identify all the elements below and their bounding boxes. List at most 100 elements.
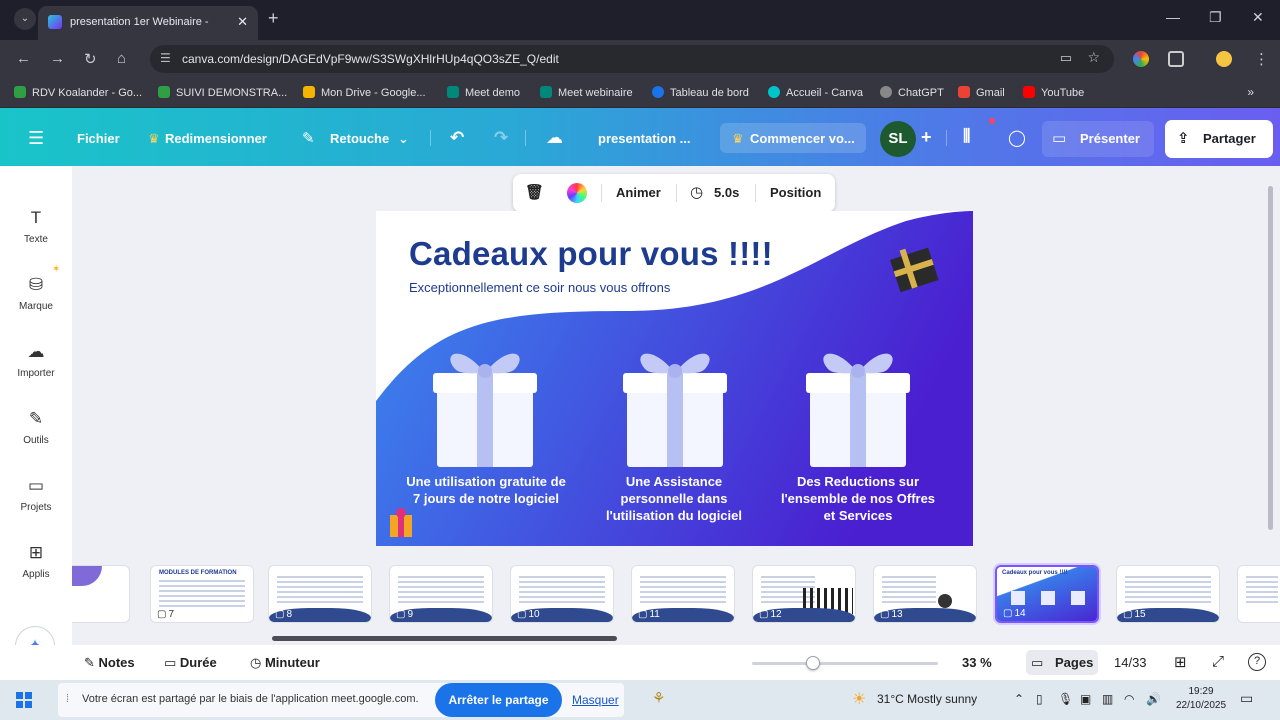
wifi-icon[interactable]: ◠ [1124, 692, 1134, 706]
timer-button[interactable]: ◷ Minuteur [250, 655, 320, 671]
chevron-down-icon[interactable]: ⌄ [398, 131, 409, 147]
position-button[interactable]: Position [770, 185, 821, 200]
menu-icon[interactable]: ☰ [28, 128, 44, 149]
bookmark-item[interactable]: YouTube [1023, 86, 1084, 99]
grid-view-icon[interactable]: ⊞ [1174, 653, 1187, 671]
page-thumbnail[interactable] [1237, 565, 1280, 623]
bookmark-item[interactable]: Mon Drive - Google... [303, 86, 426, 99]
bookmark-item[interactable]: ChatGPT [880, 86, 944, 99]
redo-icon[interactable]: ↷ [494, 128, 508, 148]
drag-handle-icon[interactable]: ⁞ [66, 693, 69, 705]
help-button[interactable]: ? [1248, 653, 1266, 671]
zoom-slider[interactable] [752, 656, 938, 670]
bookmark-item[interactable]: Gmail [958, 86, 1005, 99]
chrome-extension-icon[interactable] [1133, 51, 1149, 67]
gift-caption[interactable]: Une Assistance personnelle dans l'utilis… [594, 473, 754, 524]
sidebar-item-brand[interactable]: ⛁ Marque [0, 275, 72, 312]
page-thumbnail[interactable]: MODULES DE FORMATION ▢ 7 [150, 565, 254, 623]
bookmark-item[interactable]: Meet demo [447, 86, 520, 99]
page-thumbnail[interactable]: ▢ 12 [752, 565, 856, 623]
bookmark-item[interactable]: Tableau de bord [652, 86, 749, 99]
minimize-button[interactable]: — [1166, 9, 1180, 25]
resize-button[interactable]: Redimensionner [165, 131, 267, 146]
undo-icon[interactable]: ↶ [450, 128, 464, 148]
share-button[interactable]: ⇪ Partager [1165, 120, 1273, 158]
notifications-icon[interactable]: ▭ [1240, 690, 1253, 707]
fullscreen-icon[interactable]: ⤢ [1212, 653, 1224, 670]
zoom-slider-handle[interactable] [806, 656, 821, 670]
sidebar-item-text[interactable]: T Texte [0, 208, 72, 245]
new-tab-button[interactable]: + [268, 8, 279, 29]
analytics-icon[interactable]: ⫼ [963, 128, 970, 146]
tab-search-button[interactable]: ⌄ [14, 8, 36, 30]
slide-subtitle[interactable]: Exceptionnellement ce soir nous vous off… [409, 280, 670, 295]
bookmark-star-icon[interactable]: ☆ [1087, 49, 1100, 66]
camera-icon[interactable]: ▣ [1080, 692, 1091, 706]
sidebar-item-apps[interactable]: ⊞ Applis [0, 543, 72, 580]
home-icon[interactable]: ⌂ [117, 50, 126, 67]
animate-button[interactable]: Animer [616, 185, 661, 200]
bookmark-item[interactable]: RDV Koalander - Go... [14, 86, 142, 99]
notes-button[interactable]: ✎ Notes [84, 655, 135, 671]
avatar[interactable]: SL [880, 121, 916, 157]
gift-box-icon[interactable] [621, 343, 729, 471]
slide-canvas[interactable]: Cadeaux pour vous !!!! Exceptionnellemen… [376, 211, 973, 546]
gift-box-icon[interactable] [804, 343, 912, 471]
app-taskbar-icon[interactable]: ⚘ [652, 689, 665, 707]
url-bar[interactable]: ☰ canva.com/design/DAGEdVpF9ww/S3SWgXHlr… [150, 45, 1114, 73]
tab-close-icon[interactable]: ✕ [237, 14, 248, 30]
volume-icon[interactable]: 🔊 [1146, 692, 1161, 706]
edit-menu[interactable]: Retouche [330, 131, 389, 146]
page-thumbnail-active[interactable]: Cadeaux pour vous !!!! ▢ 14 [995, 565, 1099, 623]
trash-icon[interactable]: 🗑 [525, 183, 544, 201]
gift-box-icon[interactable] [431, 343, 539, 471]
duration-button[interactable]: ▭ Durée [164, 655, 217, 671]
cloud-save-icon[interactable]: ☁ [546, 128, 563, 148]
vertical-scrollbar[interactable] [1268, 186, 1273, 530]
zoom-level[interactable]: 33 % [962, 655, 992, 670]
weather-text[interactable]: 31°C Mostly sunny [877, 692, 977, 706]
slide-title[interactable]: Cadeaux pour vous !!!! [409, 235, 773, 273]
page-thumbnail[interactable]: ▢ 10 [510, 565, 614, 623]
microphone-icon[interactable]: 🎙 [1058, 692, 1073, 706]
page-thumbnail[interactable] [72, 565, 130, 623]
reload-icon[interactable]: ↻ [84, 50, 97, 68]
design-title[interactable]: presentation ... [598, 131, 690, 146]
stop-sharing-button[interactable]: Arrêter le partage [435, 683, 562, 717]
bookmark-item[interactable]: SUIVI DEMONSTRA... [158, 86, 287, 99]
cast-icon[interactable]: ▭ [1060, 50, 1072, 66]
sidebar-item-upload[interactable]: ☁ Importer [0, 342, 72, 379]
start-button[interactable]: Commencer vo... [750, 131, 855, 146]
hide-link[interactable]: Masquer [572, 693, 619, 707]
close-window-button[interactable]: ✕ [1252, 9, 1264, 26]
extensions-icon[interactable] [1168, 51, 1184, 67]
sidebar-item-tools[interactable]: ✎ Outils [0, 409, 72, 446]
windows-start-icon[interactable] [16, 692, 32, 708]
add-collaborator-icon[interactable]: + [921, 127, 932, 148]
page-thumbnail[interactable]: ▢ 8 [268, 565, 372, 623]
page-thumbnail[interactable]: ▢ 9 [389, 565, 493, 623]
chrome-menu-icon[interactable]: ⋮ [1254, 50, 1269, 68]
gift-caption[interactable]: Une utilisation gratuite de 7 jours de n… [406, 473, 566, 507]
gift-caption[interactable]: Des Reductions sur l'ensemble de nos Off… [778, 473, 938, 524]
system-clock[interactable]: 19:29 22/10/2025 [1172, 685, 1230, 713]
site-info-icon[interactable]: ☰ [160, 51, 171, 65]
page-thumbnail[interactable]: ▢ 13 [873, 565, 977, 623]
sidebar-item-projects[interactable]: ▭ Projets [0, 476, 72, 513]
tray-chevron-icon[interactable]: ⌃ [1014, 692, 1024, 706]
restore-button[interactable]: ❐ [1209, 9, 1222, 26]
bookmark-item[interactable]: Meet webinaire [540, 86, 633, 99]
tray-app-icon[interactable]: ▯ [1036, 692, 1043, 706]
color-picker-icon[interactable] [567, 183, 587, 203]
page-thumbnail[interactable]: ▢ 11 [631, 565, 735, 623]
page-thumbnail[interactable]: ▢ 15 [1116, 565, 1220, 623]
back-icon[interactable]: ← [16, 50, 31, 67]
bookmark-item[interactable]: Accueil - Canva [768, 86, 863, 99]
browser-tab[interactable]: presentation 1er Webinaire - ✕ [38, 6, 258, 40]
tray-app-icon[interactable]: ▥ [1102, 692, 1113, 706]
more-bookmarks-icon[interactable]: » [1247, 85, 1254, 99]
forward-icon[interactable]: → [50, 50, 65, 67]
duration-button[interactable]: 5.0s [714, 185, 739, 200]
comment-icon[interactable]: ◯ [1008, 128, 1026, 148]
file-menu[interactable]: Fichier [77, 131, 120, 146]
